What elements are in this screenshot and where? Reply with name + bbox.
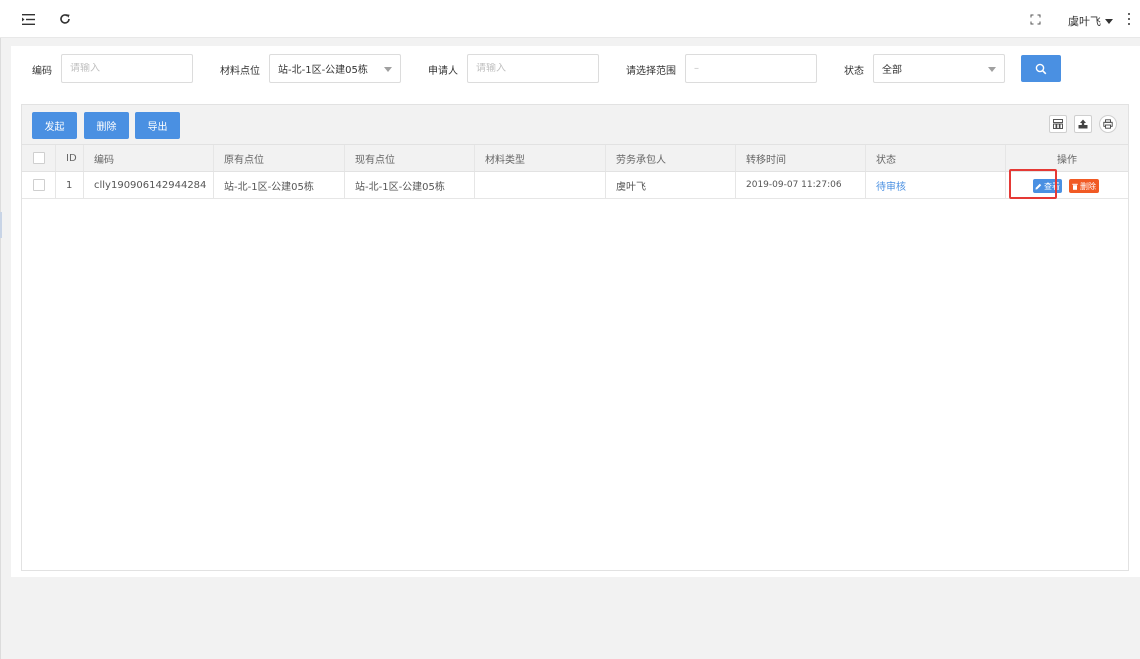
export-button[interactable]: 导出 — [135, 112, 180, 139]
export-file-icon[interactable] — [1074, 115, 1092, 133]
status-label: 状态 — [844, 66, 864, 77]
cell-code: clly190906142944284 — [84, 172, 214, 198]
point-select-value: 站-北-1区-公建05栋 — [278, 65, 368, 76]
col-header-orig-point: 原有点位 — [214, 145, 345, 171]
row-select-cell — [22, 172, 56, 198]
select-all-cell — [22, 145, 56, 171]
select-all-checkbox[interactable] — [32, 152, 45, 164]
range-label: 请选择范围 — [626, 66, 676, 77]
more-vertical-icon[interactable] — [1127, 13, 1131, 25]
user-name: 虞叶飞 — [1068, 15, 1101, 28]
point-label: 材料点位 — [220, 66, 260, 77]
row-delete-button-label: 删除 — [1080, 181, 1096, 191]
col-header-contractor: 劳务承包人 — [606, 145, 736, 171]
status-select[interactable]: 全部 — [873, 54, 1005, 83]
chevron-down-icon — [384, 67, 392, 72]
code-label: 编码 — [32, 66, 52, 77]
applicant-label: 申请人 — [428, 66, 458, 77]
column-filter-icon[interactable] — [1049, 115, 1067, 133]
left-edge-marker — [0, 212, 2, 238]
cell-status: 待审核 — [866, 172, 1006, 198]
refresh-icon[interactable] — [58, 12, 72, 26]
point-select[interactable]: 站-北-1区-公建05栋 — [269, 54, 401, 83]
print-icon[interactable] — [1099, 115, 1117, 133]
cell-material-type — [475, 172, 606, 198]
fullscreen-icon[interactable] — [1028, 12, 1042, 26]
cell-id: 1 — [56, 172, 84, 198]
col-header-time: 转移时间 — [736, 145, 866, 171]
chevron-down-icon — [988, 67, 996, 72]
cell-orig-point: 站-北-1区-公建05栋 — [214, 172, 345, 198]
range-picker[interactable] — [685, 54, 817, 83]
status-select-value: 全部 — [882, 65, 902, 76]
table-toolbar: 发起 删除 导出 — [22, 105, 1128, 145]
col-header-material-type: 材料类型 — [475, 145, 606, 171]
status-link[interactable]: 待审核 — [876, 178, 906, 193]
cell-contractor: 虞叶飞 — [606, 172, 736, 198]
highlight-box — [1009, 169, 1057, 199]
cell-curr-point: 站-北-1区-公建05栋 — [345, 172, 475, 198]
row-checkbox[interactable] — [32, 179, 45, 191]
search-icon — [1035, 63, 1047, 74]
user-menu[interactable]: 虞叶飞 — [1068, 13, 1113, 29]
col-header-actions: 操作 — [1057, 154, 1077, 166]
cell-time: 2019-09-07 11:27:06 — [736, 172, 866, 198]
row-delete-button[interactable]: 删除 — [1069, 179, 1099, 193]
code-input[interactable] — [61, 54, 193, 83]
col-header-curr-point: 现有点位 — [345, 145, 475, 171]
col-header-id: ID — [56, 145, 84, 171]
table-row: 1 clly190906142944284 站-北-1区-公建05栋 站-北-1… — [22, 172, 1128, 199]
initiate-button[interactable]: 发起 — [32, 112, 77, 139]
col-header-code: 编码 — [84, 145, 214, 171]
left-edge — [0, 38, 1, 659]
applicant-input-field[interactable] — [476, 63, 598, 74]
main-card: 编码 材料点位 站-北-1区-公建05栋 申请人 请选择范围 状态 全部 发起 … — [11, 46, 1140, 577]
delete-button[interactable]: 删除 — [84, 112, 129, 139]
code-input-field[interactable] — [70, 63, 192, 74]
top-bar: 虞叶飞 — [0, 0, 1140, 38]
caret-down-icon — [1105, 18, 1113, 24]
trash-icon — [1072, 183, 1078, 190]
table-header: ID 编码 原有点位 现有点位 材料类型 劳务承包人 转移时间 状态 操作 — [22, 145, 1128, 172]
menu-fold-icon[interactable] — [21, 12, 35, 26]
range-picker-field[interactable] — [694, 63, 816, 74]
col-header-status: 状态 — [866, 145, 1006, 171]
search-button[interactable] — [1021, 55, 1061, 82]
table-panel: 发起 删除 导出 ID 编码 原有点位 现有点位 材料类型 劳务承包人 转移时间… — [21, 104, 1129, 571]
applicant-input[interactable] — [467, 54, 599, 83]
